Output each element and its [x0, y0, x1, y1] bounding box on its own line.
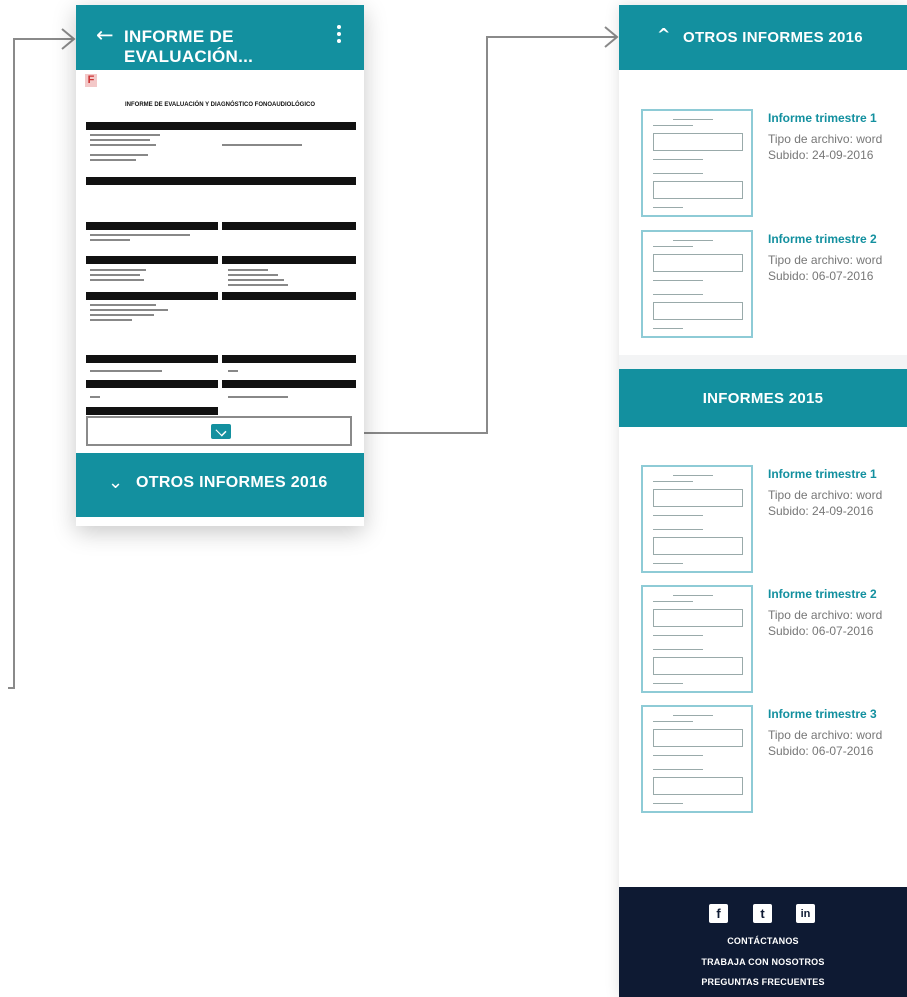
report-title: Informe trimestre 3: [768, 707, 877, 721]
send-email-button[interactable]: [86, 416, 352, 446]
doc-section-bar: [86, 380, 218, 388]
report-item[interactable]: Informe trimestre 2 Tipo de archivo: wor…: [641, 585, 907, 703]
doc-line: [90, 304, 156, 306]
report-title: Informe trimestre 1: [768, 467, 877, 481]
doc-line: [90, 144, 156, 146]
chevron-up-icon: ^: [657, 25, 671, 44]
footer-link-faq[interactable]: PREGUNTAS FRECUENTES: [619, 977, 907, 987]
doc-line: [90, 319, 132, 321]
doc-line: [90, 159, 136, 161]
doc-line: [228, 396, 288, 398]
footer-link-careers[interactable]: TRABAJA CON NOSOTROS: [619, 957, 907, 967]
page-title: INFORME DE EVALUACIÓN...: [124, 27, 254, 66]
doc-line: [228, 284, 288, 286]
report-thumbnail: [641, 705, 753, 813]
document-logo-icon: F: [85, 74, 97, 87]
report-file-type: Tipo de archivo: word: [768, 132, 883, 146]
report-upload-date: Subido: 06-07-2016: [768, 624, 874, 638]
document-title: INFORME DE EVALUACIÓN Y DIAGNÓSTICO FONO…: [124, 102, 315, 108]
doc-section-bar: [86, 177, 356, 185]
doc-section-bar: [86, 222, 218, 230]
doc-line: [90, 314, 154, 316]
chevron-down-icon: ⌄: [108, 472, 124, 493]
other-reports-toggle[interactable]: ⌄ OTROS INFORMES 2016: [76, 453, 364, 517]
doc-line: [90, 234, 190, 236]
report-thumbnail: [641, 230, 753, 338]
mail-icon: [211, 424, 231, 439]
doc-line: [90, 370, 162, 372]
report-title: Informe trimestre 1: [768, 111, 877, 125]
report-upload-date: Subido: 06-07-2016: [768, 744, 874, 758]
report-title: Informe trimestre 2: [768, 232, 877, 246]
report-file-type: Tipo de archivo: word: [768, 608, 883, 622]
doc-line: [90, 134, 160, 136]
doc-section-bar: [86, 122, 356, 130]
report-item[interactable]: Informe trimestre 1 Tipo de archivo: wor…: [641, 109, 907, 227]
footer: f t in CONTÁCTANOS TRABAJA CON NOSOTROS …: [619, 887, 907, 997]
section-header-2015[interactable]: INFORMES 2015: [619, 369, 907, 427]
facebook-icon[interactable]: f: [709, 904, 728, 923]
doc-line: [228, 269, 268, 271]
back-arrow-icon[interactable]: ←: [96, 23, 114, 47]
doc-line: [228, 274, 278, 276]
doc-line: [90, 154, 148, 156]
section-title-2016: OTROS INFORMES 2016: [683, 29, 863, 46]
doc-line: [90, 274, 140, 276]
twitter-icon[interactable]: t: [753, 904, 772, 923]
app-bar: ← INFORME DE EVALUACIÓN...: [76, 5, 364, 70]
doc-section-bar: [222, 380, 356, 388]
linkedin-icon[interactable]: in: [796, 904, 815, 923]
doc-section-bar: [222, 256, 356, 264]
report-thumbnail: [641, 585, 753, 693]
report-item[interactable]: Informe trimestre 2 Tipo de archivo: wor…: [641, 230, 907, 348]
report-file-type: Tipo de archivo: word: [768, 728, 883, 742]
doc-line: [90, 279, 144, 281]
doc-line: [90, 309, 168, 311]
doc-line: [222, 144, 302, 146]
doc-line: [90, 396, 100, 398]
doc-section-bar: [86, 256, 218, 264]
report-title: Informe trimestre 2: [768, 587, 877, 601]
document-preview[interactable]: F INFORME DE EVALUACIÓN Y DIAGNÓSTICO FO…: [76, 70, 364, 416]
section-title-2015: INFORMES 2015: [702, 390, 824, 407]
report-upload-date: Subido: 24-09-2016: [768, 504, 874, 518]
report-file-type: Tipo de archivo: word: [768, 253, 883, 267]
report-detail-screen: ← INFORME DE EVALUACIÓN... F INFORME DE …: [76, 5, 364, 526]
doc-line: [90, 239, 130, 241]
section-divider: [619, 355, 907, 369]
doc-section-bar: [86, 292, 218, 300]
report-item[interactable]: Informe trimestre 1 Tipo de archivo: wor…: [641, 465, 907, 583]
report-thumbnail: [641, 109, 753, 217]
report-file-type: Tipo de archivo: word: [768, 488, 883, 502]
other-reports-label: OTROS INFORMES 2016: [136, 474, 328, 491]
report-upload-date: Subido: 06-07-2016: [768, 269, 874, 283]
doc-line: [90, 269, 146, 271]
doc-line: [228, 279, 284, 281]
doc-section-bar: [222, 355, 356, 363]
doc-line: [228, 370, 238, 372]
doc-section-bar: [222, 292, 356, 300]
doc-section-bar: [86, 407, 218, 415]
more-options-icon[interactable]: [337, 25, 342, 46]
footer-link-contact[interactable]: CONTÁCTANOS: [619, 936, 907, 946]
report-list-screen: ^ OTROS INFORMES 2016 Informe trimestre …: [619, 5, 907, 997]
doc-section-bar: [86, 355, 218, 363]
section-header-2016[interactable]: ^ OTROS INFORMES 2016: [619, 5, 907, 70]
report-thumbnail: [641, 465, 753, 573]
report-upload-date: Subido: 24-09-2016: [768, 148, 874, 162]
report-item[interactable]: Informe trimestre 3 Tipo de archivo: wor…: [641, 705, 907, 823]
doc-line: [90, 139, 150, 141]
doc-section-bar: [222, 222, 356, 230]
